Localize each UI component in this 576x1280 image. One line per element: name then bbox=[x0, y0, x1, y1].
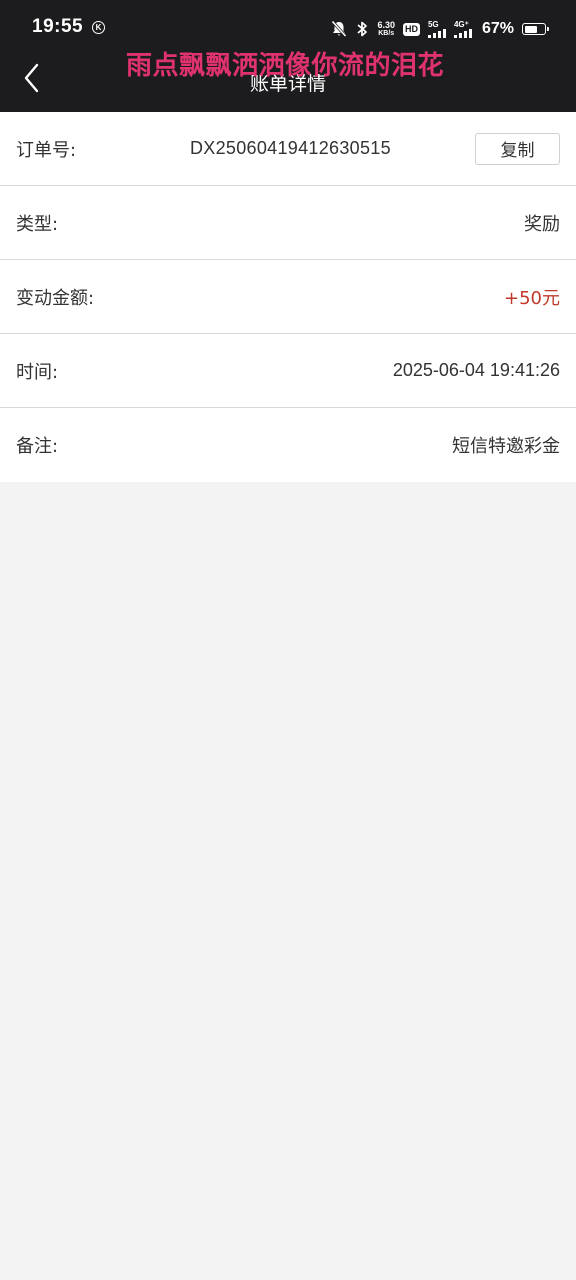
time-label: 时间: bbox=[16, 361, 59, 383]
signal-5g: 5G bbox=[427, 19, 446, 38]
time-value: 2025-06-04 19:41:26 bbox=[392, 360, 560, 380]
signal-5g-label: 5G bbox=[427, 19, 439, 29]
battery-percent: 67% bbox=[481, 20, 514, 37]
time-row: 时间: 2025-06-04 19:41:26 bbox=[0, 334, 576, 408]
order-number-value: DX25060419412630515 bbox=[190, 138, 391, 158]
amount-value: +50元 bbox=[504, 287, 560, 309]
amount-row: 变动金额: +50元 bbox=[0, 260, 576, 334]
k-badge-icon: K bbox=[92, 21, 105, 34]
note-row: 备注: 短信特邀彩金 bbox=[0, 408, 576, 482]
status-icons: 6.30 KB/s HD 5G 4G⁺ 67% bbox=[331, 18, 549, 40]
detail-card: 订单号: DX25060419412630515 复制 类型: 奖励 变动金额:… bbox=[0, 112, 576, 482]
order-number-row: 订单号: DX25060419412630515 复制 bbox=[0, 112, 576, 186]
status-time: 19:55 bbox=[32, 16, 84, 37]
network-speed: 6.30 KB/s bbox=[377, 19, 395, 38]
network-speed-value: 6.30 bbox=[377, 19, 395, 30]
order-number-label: 订单号: bbox=[16, 139, 77, 161]
signal-4g-bars-icon bbox=[453, 28, 472, 38]
note-value: 短信特邀彩金 bbox=[452, 436, 560, 457]
overlay-lyric-text: 雨点飘飘洒洒像你流的泪花 bbox=[126, 51, 445, 81]
network-speed-unit: KB/s bbox=[378, 29, 395, 37]
type-label: 类型: bbox=[16, 213, 59, 235]
battery-icon bbox=[522, 23, 549, 35]
battery-fill bbox=[524, 25, 538, 33]
bluetooth-icon bbox=[355, 20, 369, 38]
mute-bell-icon bbox=[331, 20, 348, 38]
signal-4g: 4G⁺ bbox=[453, 19, 474, 38]
type-value: 奖励 bbox=[524, 213, 560, 235]
top-bar: 19:55 K 6.30 KB/s HD 5G 4G⁺ 67% 账单详情 雨点飘… bbox=[0, 0, 576, 112]
hd-badge: HD bbox=[402, 22, 420, 36]
signal-5g-bars-icon bbox=[427, 28, 446, 38]
copy-button[interactable]: 复制 bbox=[475, 132, 560, 165]
signal-4g-label: 4G⁺ bbox=[453, 19, 469, 29]
type-row: 类型: 奖励 bbox=[0, 186, 576, 260]
amount-label: 变动金额: bbox=[16, 287, 95, 309]
note-label: 备注: bbox=[16, 436, 59, 457]
